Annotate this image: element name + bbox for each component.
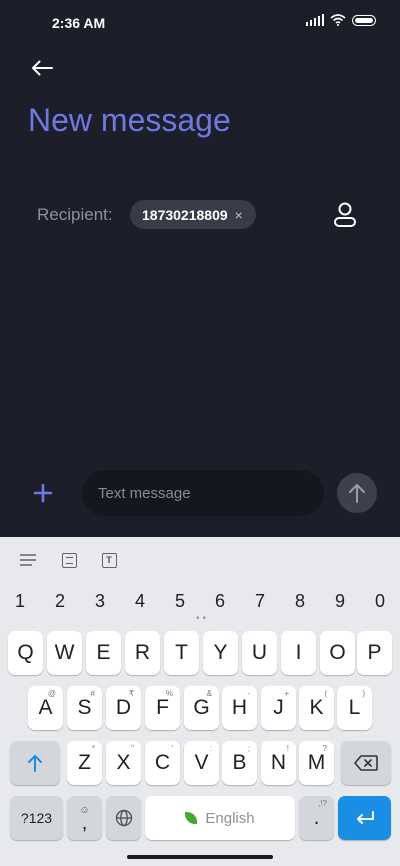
key-i[interactable]: I [281,631,316,675]
key-f[interactable]: % F [145,686,180,730]
symbols-key[interactable]: ?123 [10,796,63,840]
menu-lines-icon[interactable] [17,549,39,571]
shift-arrow-icon [28,755,42,772]
status-icons [306,14,376,26]
key-g[interactable]: & G [184,686,219,730]
page-title: New message [28,102,231,138]
recipient-chip-value: 18730218809 [142,206,228,223]
message-input[interactable] [82,470,324,516]
contacts-button[interactable] [330,200,360,230]
key-e[interactable]: E [86,631,121,675]
key-b[interactable]: ; B [222,741,257,785]
key-a[interactable]: @ A [28,686,63,730]
home-indicator[interactable] [127,855,273,859]
key-2[interactable]: 2 [44,591,76,612]
shift-key[interactable] [10,741,60,785]
key-m[interactable]: ? M [299,741,334,785]
key-v[interactable]: :V [184,741,219,785]
wifi-icon [330,14,346,26]
attach-button[interactable] [30,480,56,506]
key-8[interactable]: 8 [284,591,316,612]
recipient-chip[interactable]: 18730218809 × [130,200,256,229]
clipboard-icon[interactable] [58,549,80,571]
arrow-up-icon [349,484,365,503]
space-key[interactable]: English [145,796,295,840]
key-0[interactable]: 0 [364,591,396,612]
page-dots: •• [196,613,210,624]
key-d[interactable]: ₹ D [106,686,141,730]
key-c[interactable]: ' C [145,741,180,785]
key-r[interactable]: R [125,631,160,675]
key-z[interactable]: * Z [67,741,102,785]
text-format-icon[interactable]: T [98,549,120,571]
status-bar: 2:36 AM [0,0,400,44]
key-p[interactable]: P [357,631,392,675]
key-l[interactable]: ) L [337,686,372,730]
plus-icon [33,483,53,503]
chip-remove-icon[interactable]: × [235,207,243,223]
key-q[interactable]: Q [8,631,43,675]
recipient-label: Recipient: [37,205,113,224]
backspace-icon [354,755,378,771]
status-time: 2:36 AM [52,15,106,31]
backspace-key[interactable] [341,741,391,785]
language-key[interactable] [106,796,141,840]
key-k[interactable]: (K [299,686,334,730]
number-row: 1 2 3 4 5 6 7 8 9 0 •• [0,587,400,624]
key-o[interactable]: O [320,631,355,675]
key-t[interactable]: T [164,631,199,675]
keyboard: T 1 2 3 4 5 6 7 8 9 0 •• Q W E R T Y U I… [0,537,400,866]
key-9[interactable]: 9 [324,591,356,612]
key-x[interactable]: " X [106,741,141,785]
key-6[interactable]: 6 [204,591,236,612]
enter-key[interactable] [338,796,391,840]
key-3[interactable]: 3 [84,591,116,612]
key-n[interactable]: ! N [261,741,296,785]
signal-icon [306,14,324,26]
globe-icon [115,809,132,827]
keyboard-toolbar: T [0,537,400,581]
key-h[interactable]: -H [222,686,257,730]
key-4[interactable]: 4 [124,591,156,612]
key-w[interactable]: W [47,631,82,675]
space-key-label: English [205,809,255,827]
key-u[interactable]: U [242,631,277,675]
back-arrow-icon [32,60,53,76]
key-j[interactable]: + J [261,686,296,730]
enter-icon [356,811,374,824]
person-icon [334,202,356,227]
battery-icon [352,14,376,26]
back-button[interactable] [28,54,56,82]
leaf-icon [185,812,198,824]
key-s[interactable]: # S [67,686,102,730]
key-5[interactable]: 5 [164,591,196,612]
key-7[interactable]: 7 [244,591,276,612]
send-button[interactable] [337,473,377,513]
period-key[interactable]: ,!?. [299,796,334,840]
comma-key[interactable]: ☺ , [67,796,102,840]
key-y[interactable]: Y [203,631,238,675]
key-1[interactable]: 1 [4,591,36,612]
